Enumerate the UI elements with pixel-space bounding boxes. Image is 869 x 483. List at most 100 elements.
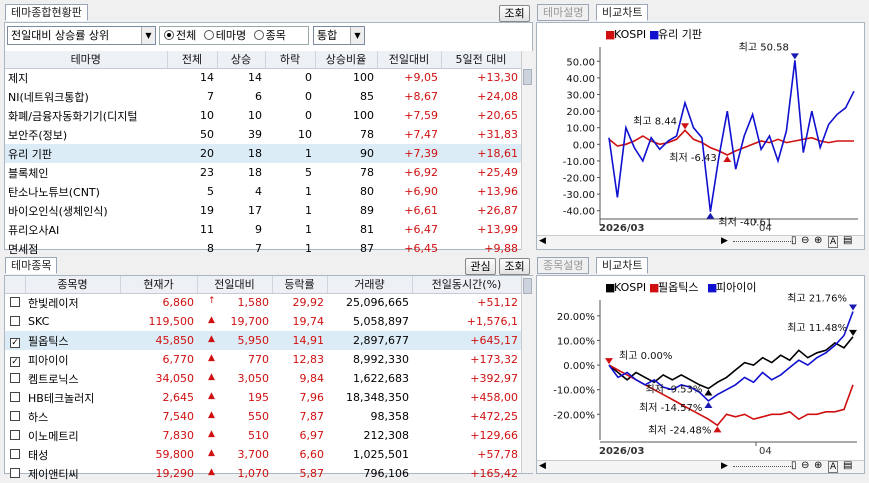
extreme-marker [681,123,690,130]
sort-select[interactable]: 전일대비 상승률 상위 ▼ [7,26,156,45]
column-header[interactable]: 상승 [217,51,266,69]
zoom-slider[interactable] [733,466,793,469]
zoom-out-icon[interactable]: ⊖ [801,460,809,471]
font-size-icon[interactable]: A [828,236,839,248]
scroll-right-icon[interactable]: ▶ [721,236,728,246]
cell-check[interactable]: ✓ [5,331,25,350]
column-header[interactable]: 종목명 [25,276,121,294]
cell-name: 켐트로닉스 [28,372,79,386]
cell-check[interactable] [5,407,25,426]
table-row[interactable]: 면세점 8 7 1 87 +6,45 +9,88 [5,239,521,258]
checkbox-icon[interactable] [10,468,20,478]
zoom-slider[interactable] [733,241,793,244]
checkbox-icon[interactable] [10,316,20,326]
column-header[interactable]: 테마명 [5,51,168,69]
cell-check[interactable] [5,369,25,388]
table-row[interactable]: 이노메트리 7,830 ▲ 510 6,97 212,308 +129,66 [5,426,521,445]
checkbox-icon[interactable] [10,297,20,308]
scroll-thumb[interactable] [523,278,532,294]
chart-scroll-bar[interactable]: ◀ ▶ ▯ ⊖ ⊕ A ▤ [537,235,864,249]
cell-check[interactable] [5,445,25,464]
scroll-thumb[interactable] [523,69,532,85]
zoom-handle-icon[interactable]: ▯ [791,460,797,471]
table-row[interactable]: 하스 7,540 ▲ 550 7,87 98,358 +472,25 [5,407,521,426]
radio-stock[interactable]: 종목 [253,29,286,42]
checkbox-icon[interactable] [10,411,20,421]
table-row[interactable]: 유리 기판 20 18 1 90 +7,39 +18,61 [5,144,521,163]
cell-check[interactable] [5,426,25,445]
scroll-right-icon[interactable]: ▶ [721,461,728,471]
table-row[interactable]: SKC 119,500 ▲ 19,700 19,74 5,058,897 +1,576,1 [5,312,521,331]
chart-scroll-bar[interactable]: ◀ ▶ ▯ ⊖ ⊕ A ▤ [537,460,864,473]
table-row[interactable]: 바이오인식(생체인식) 19 17 1 89 +6,61 +26,87 [5,201,521,220]
cell-rate: 19,74 [292,315,325,328]
interest-button[interactable]: 관심 [465,258,496,275]
column-header[interactable]: 현재가 [120,276,198,294]
table-row[interactable]: 화폐/금융자동화기기(디지털 10 10 0 100 +7,59 +20,65 [5,106,521,125]
column-header[interactable]: 5일전 대비 [441,51,522,69]
font-size-icon[interactable]: A [828,461,839,473]
cell-check[interactable]: ✓ [5,350,25,369]
column-header[interactable]: 거래량 [327,276,413,294]
cell-check[interactable] [5,388,25,407]
column-header[interactable]: 하락 [265,51,316,69]
tab-stock-description[interactable]: 종목설명 [537,257,590,274]
table-row[interactable]: 제지 14 14 0 100 +9,05 +13,30 [5,68,521,87]
cell-volume: 2,897,677 [353,334,409,347]
table-row[interactable]: 퓨리오사AI 11 9 1 81 +6,47 +13,99 [5,220,521,239]
checkbox-icon[interactable] [10,449,20,459]
table-row[interactable]: ✓ 피아이이 6,770 ▲ 770 12,83 8,992,330 +173,32 [5,350,521,369]
table-row[interactable]: 제이앤티씨 19,290 ▲ 1,070 5,87 796,106 +165,42 [5,464,521,483]
table-row[interactable]: 블록체인 23 18 5 78 +6,92 +25,49 [5,163,521,182]
column-header[interactable]: 전일동시간(%) [412,276,522,294]
cell-check[interactable] [5,293,25,312]
scroll-left-icon[interactable]: ◀ [539,236,546,246]
stock-table-scrollbar[interactable] [521,276,533,473]
tab-theme-summary[interactable]: 테마종합현황판 [5,4,88,21]
cell-check[interactable] [5,312,25,331]
theme-table-scrollbar[interactable] [521,51,533,250]
inquiry-button[interactable]: 조회 [499,5,530,22]
stock-table: 종목명 현재가 전일대비 등락률 거래량 전일동시간(%) 한빛레이저 6,860 ↑ 1,58… [5,276,522,483]
table-row[interactable]: ✓ 필옵틱스 45,850 ▲ 5,950 14,91 2,897,677 +645,17 [5,331,521,350]
zoom-in-icon[interactable]: ⊕ [814,235,822,246]
scroll-left-icon[interactable]: ◀ [539,461,546,471]
tab-theme-stocks[interactable]: 테마종목 [5,257,58,274]
checkbox-icon[interactable] [10,392,20,402]
table-row[interactable]: 보안주(정보) 50 39 10 78 +7,47 +31,83 [5,125,521,144]
chart-settings-icon[interactable]: ▤ [843,235,852,246]
stock-inquiry-button[interactable]: 조회 [499,258,530,275]
zoom-in-icon[interactable]: ⊕ [814,460,822,471]
table-row[interactable]: 태성 59,800 ▲ 3,700 6,60 1,025,501 +57,78 [5,445,521,464]
column-header[interactable]: 전체 [167,51,218,69]
zoom-handle-icon[interactable]: ▯ [791,235,797,246]
extreme-marker [849,304,857,311]
radio-all[interactable]: 전체 [164,29,196,42]
column-header[interactable]: 등락률 [272,276,328,294]
column-header[interactable]: 전일대비 [197,276,273,294]
checkbox-icon[interactable] [10,430,20,440]
radio-theme[interactable]: 테마명 [203,29,246,42]
cell-name: 유리 기판 [8,147,52,161]
tab-theme-description[interactable]: 테마설명 [537,4,590,21]
zoom-out-icon[interactable]: ⊖ [801,235,809,246]
table-row[interactable]: NI(네트워크통합) 7 6 0 85 +8,67 +24,08 [5,87,521,106]
tab-stock-compare-chart[interactable]: 비교차트 [596,257,649,274]
checkbox-checked-icon[interactable]: ✓ [10,337,20,348]
table-row[interactable]: 탄소나노튜브(CNT) 5 4 1 80 +6,90 +13,96 [5,182,521,201]
column-header[interactable]: 상승비율 [315,51,378,69]
table-row[interactable]: 켐트로닉스 34,050 ▲ 3,050 9,84 1,622,683 +392,97 [5,369,521,388]
cell-chg: +8,67 [404,90,438,103]
table-row[interactable]: HB테크놀러지 2,645 ▲ 195 7,96 18,348,350 +458,00 [5,388,521,407]
tab-theme-compare-chart[interactable]: 비교차트 [596,4,649,21]
cell-chg: +6,61 [404,204,438,217]
column-header[interactable]: 전일대비 [377,51,442,69]
cell-check[interactable] [5,464,25,483]
checkbox-icon[interactable] [10,373,20,383]
checkbox-checked-icon[interactable]: ✓ [10,356,20,367]
cell-chg: ▲ 3,700 [197,445,272,464]
chart-settings-icon[interactable]: ▤ [843,460,852,471]
cell-prev: +472,25 [470,410,518,423]
table-row[interactable]: 한빛레이저 6,860 ↑ 1,580 29,92 25,096,665 +51,12 [5,293,521,312]
market-select[interactable]: 통합 ▼ [313,26,365,45]
